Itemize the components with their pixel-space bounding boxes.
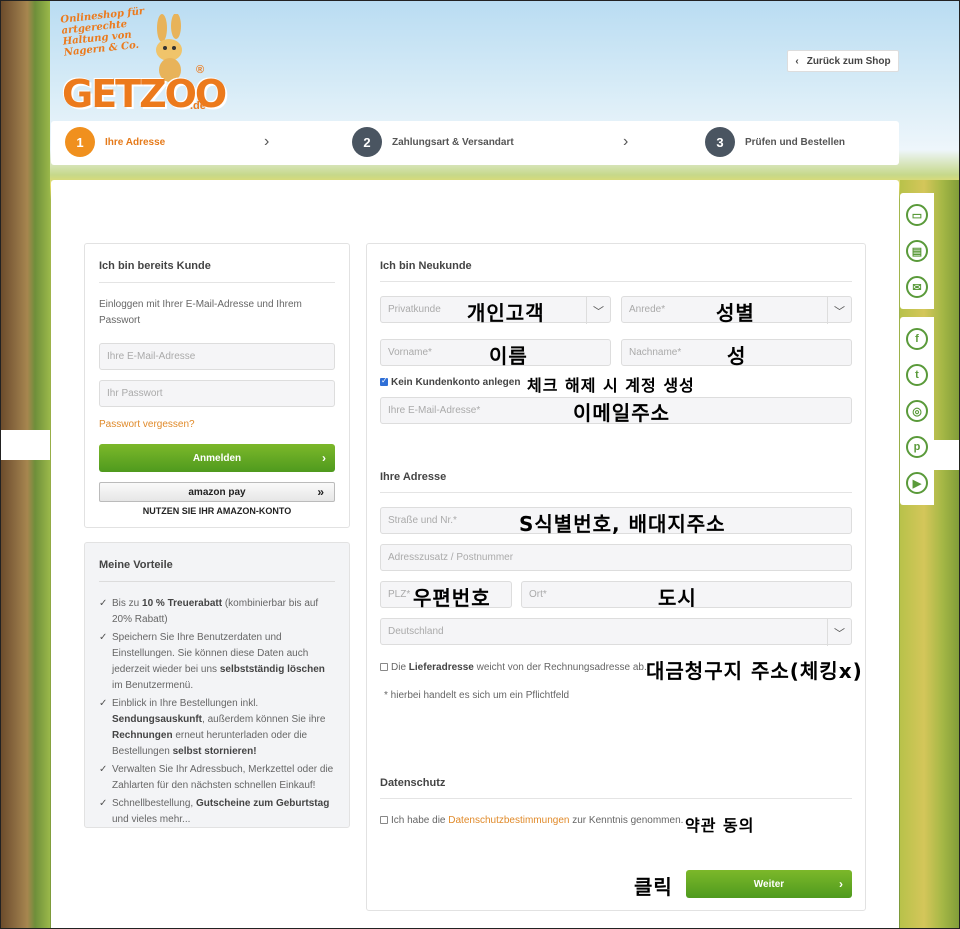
salutation-value: Anrede*: [629, 304, 666, 315]
login-email-input[interactable]: Ihre E-Mail-Adresse: [99, 343, 335, 370]
login-title: Ich bin bereits Kunde: [99, 260, 335, 283]
annotation-privacy: 약관 동의: [685, 816, 755, 835]
logo-domain: .de: [190, 100, 206, 112]
login-box: Ich bin bereits Kunde Einloggen mit Ihre…: [84, 243, 350, 528]
chevron-down-icon: ﹀: [827, 297, 851, 324]
social-icons: f t ◎ p ▶: [900, 317, 934, 505]
step-number: 2: [352, 127, 382, 157]
pinterest-icon[interactable]: p: [900, 429, 934, 465]
chevron-right-icon: ›: [264, 133, 270, 150]
annotation-customer-type: 개인고객: [467, 301, 545, 325]
chevron-down-icon: ﹀: [586, 297, 610, 324]
list-item: Verwalten Sie Ihr Adressbuch, Merkzettel…: [99, 762, 335, 794]
chevron-right-icon: ›: [623, 133, 629, 150]
side-icon-bar: ▭ ▤ ✉ f t ◎ p ▶: [900, 193, 934, 513]
step-address: 1 Ihre Adresse: [65, 127, 165, 157]
service-icons: ▭ ▤ ✉: [900, 193, 934, 309]
country-select[interactable]: Deutschland ﹀: [380, 618, 852, 646]
required-note: * hierbei handelt es sich um ein Pflicht…: [384, 690, 570, 701]
annotation-delivery: 대금청구지 주소(체킹x): [646, 659, 863, 683]
benefits-title: Meine Vorteile: [99, 559, 335, 582]
chevron-down-icon: ﹀: [827, 619, 851, 646]
wallet-icon[interactable]: ▤: [900, 233, 934, 269]
twitter-icon[interactable]: t: [900, 357, 934, 393]
instagram-icon[interactable]: ◎: [900, 393, 934, 429]
annotation-email: 이메일주소: [573, 401, 670, 425]
login-button[interactable]: Anmelden ›: [99, 444, 335, 472]
step-label: Prüfen und Bestellen: [745, 136, 846, 148]
double-chevron-icon: »: [317, 485, 324, 499]
background-tree-left: [0, 0, 50, 929]
annotation-city: 도시: [658, 586, 697, 610]
youtube-icon[interactable]: ▶: [900, 465, 934, 501]
amazon-pay-label: amazon pay: [188, 486, 246, 498]
list-item: Bis zu 10 % Treuerabatt (kombinierbar bi…: [99, 596, 335, 628]
continue-button[interactable]: Weiter ›: [686, 870, 852, 898]
divider: [380, 492, 852, 493]
truck-icon[interactable]: ▭: [900, 197, 934, 233]
privacy-link[interactable]: Datenschutzbestimmungen: [448, 815, 569, 826]
logo-registered: ®: [196, 64, 205, 76]
annotation-no-account: 체크 해제 시 계정 생성: [527, 376, 695, 395]
chevron-left-icon: ‹: [795, 55, 799, 67]
checkout-steps: 1 Ihre Adresse › 2 Zahlungsart & Versand…: [51, 121, 899, 165]
chevron-right-icon: ›: [839, 877, 843, 891]
register-title: Ich bin Neukunde: [380, 260, 472, 272]
annotation-street: S식별번호, 배대지주소: [519, 512, 726, 536]
list-item: Schnellbestellung, Gutscheine zum Geburt…: [99, 796, 335, 828]
annotation-firstname: 이름: [489, 344, 528, 368]
annotation-zip: 우편번호: [413, 586, 491, 610]
list-item: Einblick in Ihre Bestellungen inkl. Send…: [99, 696, 335, 760]
annotation-lastname: 성: [727, 344, 747, 368]
facebook-icon[interactable]: f: [900, 321, 934, 357]
amazon-note: NUTZEN SIE IHR AMAZON-KONTO: [142, 506, 292, 516]
step-number: 1: [65, 127, 95, 157]
no-account-checkbox-row[interactable]: Kein Kundenkonto anlegen: [380, 376, 521, 388]
benefits-box: Meine Vorteile Bis zu 10 % Treuerabatt (…: [84, 542, 350, 828]
step-label: Zahlungsart & Versandart: [392, 136, 514, 148]
continue-button-label: Weiter: [753, 878, 785, 890]
privacy-row[interactable]: Ich habe die Datenschutzbestimmungen zur…: [380, 815, 683, 826]
step-number: 3: [705, 127, 735, 157]
step-label: Ihre Adresse: [105, 136, 166, 148]
divider: [380, 798, 852, 799]
amazon-pay-button[interactable]: amazon pay »: [99, 482, 335, 502]
logo-tagline: Onlineshop für artgerechte Haltung von N…: [59, 6, 145, 59]
address-title: Ihre Adresse: [380, 471, 447, 483]
benefits-list: Bis zu 10 % Treuerabatt (kombinierbar bi…: [99, 596, 335, 828]
mail-icon[interactable]: ✉: [900, 269, 934, 305]
getzoo-logo[interactable]: Onlineshop für artgerechte Haltung von N…: [58, 6, 227, 118]
back-to-shop-button[interactable]: ‹ Zurück zum Shop: [787, 50, 899, 72]
forgot-password-link[interactable]: Passwort vergessen?: [99, 419, 335, 430]
list-item: Speichern Sie Ihre Benutzerdaten und Ein…: [99, 630, 335, 694]
login-description: Einloggen mit Ihrer E-Mail-Adresse und I…: [99, 299, 302, 326]
country-value: Deutschland: [388, 626, 444, 637]
privacy-title: Datenschutz: [380, 777, 446, 789]
login-button-label: Anmelden: [192, 452, 242, 464]
no-account-checkbox[interactable]: [380, 376, 388, 387]
annotation-salutation: 성별: [716, 301, 755, 325]
delivery-address-row[interactable]: Die Lieferadresse weicht von der Rechnun…: [380, 662, 647, 673]
login-password-input[interactable]: Ihr Passwort: [99, 380, 335, 407]
step-payment: 2 Zahlungsart & Versandart: [352, 127, 514, 157]
chevron-right-icon: ›: [322, 451, 326, 465]
no-account-label: Kein Kundenkonto anlegen: [391, 377, 521, 388]
divider: [380, 281, 852, 282]
step-review: 3 Prüfen und Bestellen: [705, 127, 845, 157]
back-to-shop-label: Zurück zum Shop: [806, 55, 891, 67]
address-addition-input[interactable]: Adresszusatz / Postnummer: [380, 544, 852, 571]
delivery-address-checkbox[interactable]: [380, 663, 388, 672]
customer-type-value: Privatkunde: [388, 304, 441, 315]
annotation-click: 클릭: [634, 875, 673, 899]
privacy-checkbox[interactable]: [380, 816, 388, 825]
